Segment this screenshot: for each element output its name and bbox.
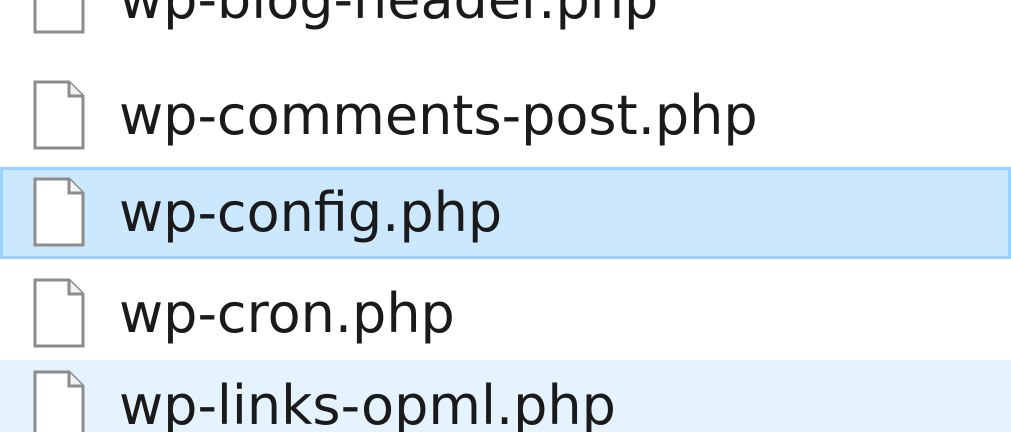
file-row-wp-links-opml[interactable]: wp-links-opml.php <box>0 360 1011 432</box>
file-row-wp-config[interactable]: wp-config.php <box>0 167 1011 259</box>
file-name: wp-links-opml.php <box>119 374 616 432</box>
file-icon <box>33 278 85 348</box>
file-list: wp-blog-header.php wp-comments-post.php … <box>0 0 1011 432</box>
file-row-wp-blog-header[interactable]: wp-blog-header.php <box>0 0 1011 46</box>
file-icon <box>33 80 85 150</box>
file-icon <box>33 370 85 432</box>
file-row-wp-cron[interactable]: wp-cron.php <box>0 268 1011 360</box>
file-icon <box>33 177 85 247</box>
file-row-wp-comments-post[interactable]: wp-comments-post.php <box>0 70 1011 162</box>
file-name: wp-blog-header.php <box>119 0 658 46</box>
file-name: wp-config.php <box>119 181 503 244</box>
file-name: wp-cron.php <box>119 282 455 345</box>
file-name: wp-comments-post.php <box>119 84 758 147</box>
file-icon <box>33 0 85 34</box>
